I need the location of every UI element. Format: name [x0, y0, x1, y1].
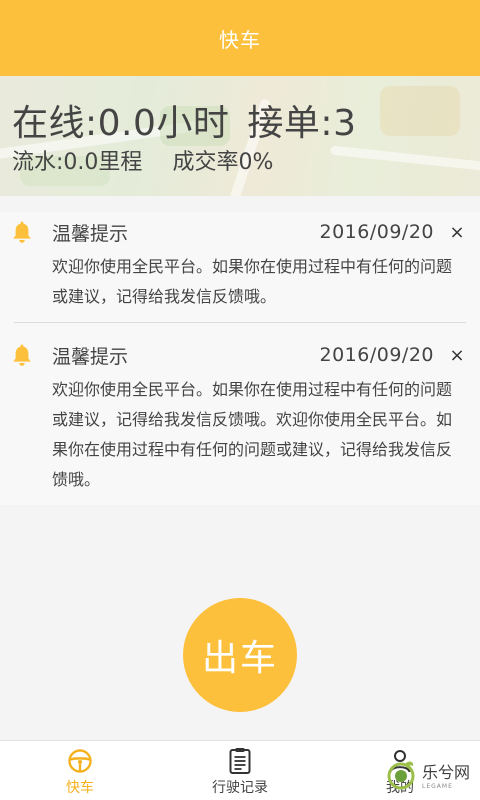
notice-item: 温馨提示 2016/09/20 × 欢迎你使用全民平台。如果你在使用过程中有任何… — [0, 323, 480, 505]
flow-unit: 里程 — [98, 150, 143, 175]
notice-body: 欢迎你使用全民平台。如果你在使用过程中有任何的问题或建议，记得给我发信反馈哦。 — [52, 257, 453, 306]
online-value: 0.0 — [97, 103, 157, 144]
bell-icon — [12, 343, 32, 367]
steering-wheel-icon — [66, 747, 94, 775]
orders-label: 接单: — [247, 103, 334, 144]
bell-icon — [12, 220, 32, 244]
tab-label: 快车 — [66, 780, 94, 796]
tab-driving-records[interactable]: 行驶记录 — [160, 741, 320, 800]
flow-label: 流水: — [12, 150, 64, 175]
notice-title: 温馨提示 — [52, 345, 129, 368]
watermark-logo-icon — [384, 757, 418, 791]
notice-header: 温馨提示 2016/09/20 × — [12, 335, 466, 375]
stats-panel: 在线:0.0小时 接单:3 流水:0.0里程 成交率0% — [0, 76, 480, 196]
online-label: 在线: — [12, 103, 98, 144]
close-icon[interactable]: × — [448, 222, 466, 243]
rate-value: 0% — [238, 150, 274, 175]
notice-title: 温馨提示 — [52, 222, 129, 245]
notice-body: 欢迎你使用全民平台。如果你在使用过程中有任何的问题或建议，记得给我发信反馈哦。欢… — [52, 380, 453, 489]
orders-value: 3 — [333, 103, 357, 144]
map-road — [330, 145, 480, 176]
online-unit: 小时 — [156, 103, 230, 144]
flow-value: 0.0 — [63, 150, 99, 175]
tab-label: 行驶记录 — [212, 780, 268, 796]
notice-header: 温馨提示 2016/09/20 × — [12, 212, 466, 252]
stats-secondary-line: 流水:0.0里程 成交率0% — [12, 144, 273, 176]
notice-date: 2016/09/20 — [319, 221, 434, 243]
clipboard-icon — [226, 747, 254, 775]
map-block — [380, 86, 460, 136]
watermark-text: 乐兮网 LEGAME — [422, 759, 470, 790]
notice-item: 温馨提示 2016/09/20 × 欢迎你使用全民平台。如果你在使用过程中有任何… — [0, 212, 480, 322]
close-icon[interactable]: × — [448, 345, 466, 366]
watermark-sub: LEGAME — [422, 782, 453, 790]
start-driving-button[interactable]: 出车 — [183, 598, 297, 712]
tab-express[interactable]: 快车 — [0, 741, 160, 800]
notice-list: 温馨提示 2016/09/20 × 欢迎你使用全民平台。如果你在使用过程中有任何… — [0, 212, 480, 505]
rate-label: 成交率 — [172, 150, 239, 175]
watermark: 乐兮网 LEGAME — [384, 748, 480, 800]
notice-date: 2016/09/20 — [319, 344, 434, 366]
app-header: 快车 — [0, 0, 480, 76]
stats-primary-line: 在线:0.0小时 接单:3 — [12, 94, 356, 146]
watermark-main: 乐兮网 — [422, 762, 471, 782]
page-title: 快车 — [219, 27, 261, 52]
